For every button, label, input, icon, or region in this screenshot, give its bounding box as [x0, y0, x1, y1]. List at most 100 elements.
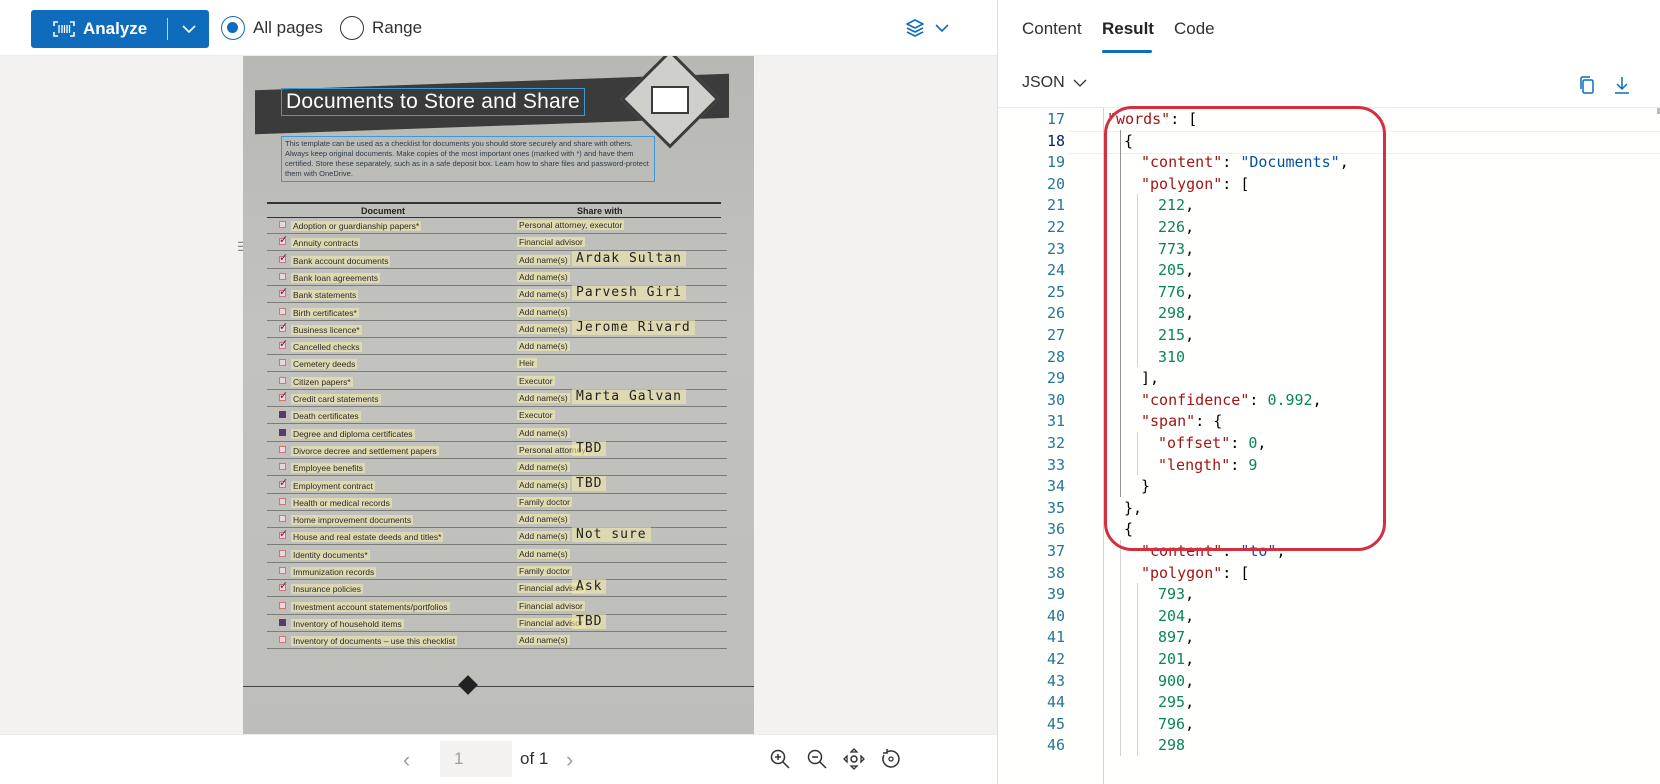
checklist-share-with: Add name(s)	[517, 514, 570, 525]
code-text: "length": 9	[1158, 454, 1257, 477]
line-number: 31	[1046, 412, 1065, 431]
download-button[interactable]	[1611, 74, 1635, 98]
code-token: :	[1249, 390, 1268, 409]
layers-menu-button[interactable]	[904, 17, 950, 39]
format-dropdown[interactable]: JSON	[1022, 74, 1087, 92]
zoom-in-button[interactable]	[768, 747, 794, 773]
code-line: 34}	[998, 475, 1660, 498]
checkbox-mark	[279, 428, 286, 436]
line-number: 33	[1046, 455, 1065, 474]
code-token: 9	[1248, 455, 1258, 474]
code-token: 204	[1158, 606, 1186, 625]
code-line: 43 900,	[998, 670, 1660, 693]
checklist-document-name: Adoption or guardianship papers*	[291, 221, 422, 231]
radio-all-pages-circle[interactable]	[221, 16, 245, 40]
checklist-share-with: Add name(s)	[517, 289, 570, 300]
checklist-document-name: Insurance policies	[291, 584, 364, 595]
checklist-row: Employment contract Add name(s)TBD	[267, 475, 727, 494]
code-line: 31 "span": {	[998, 410, 1660, 433]
checklist-row: Insurance policiesFinancial advisorAsk	[267, 579, 727, 598]
zoom-out-button[interactable]	[805, 747, 831, 773]
line-number: 23	[1046, 239, 1065, 258]
page-number-input[interactable]	[440, 741, 512, 777]
checklist-row: Citizen papers* Executor	[267, 374, 727, 390]
page-count-label: of 1	[520, 749, 549, 768]
checkbox-mark	[279, 389, 288, 402]
code-line: 36 {	[998, 518, 1660, 541]
code-token: 201	[1158, 650, 1186, 668]
checklist-row: Death certificates Executor	[267, 408, 727, 425]
code-token: 0	[1248, 434, 1258, 452]
radio-all-pages[interactable]: All pages	[221, 16, 323, 40]
page-navigator: ‹ of 1 ›	[0, 734, 997, 784]
code-token: ,	[1185, 693, 1195, 712]
code-text: 295,	[1158, 691, 1194, 714]
previous-page-button[interactable]: ‹	[403, 747, 410, 773]
results-pane: Content Result Code JSON 17 "words": [1…	[997, 0, 1660, 784]
code-text: 298,	[1158, 302, 1194, 325]
code-token: "content"	[1141, 542, 1223, 560]
code-token: ,	[1339, 153, 1349, 172]
code-line: 26 298,	[998, 302, 1660, 325]
code-token: :	[1222, 542, 1241, 560]
checkbox-mark	[279, 320, 288, 333]
column-share-with: Share with	[577, 206, 623, 216]
rotate-button[interactable]	[879, 747, 905, 773]
fit-page-button[interactable]	[842, 747, 868, 773]
checkbox-mark	[279, 579, 288, 592]
line-number: 21	[1046, 196, 1065, 215]
line-number: 45	[1046, 714, 1065, 733]
fit-page-icon	[843, 748, 865, 770]
code-token: "Documents"	[1240, 153, 1340, 172]
checklist-share-with: Add name(s)	[517, 548, 570, 559]
code-token: "span"	[1141, 412, 1196, 431]
code-token: ,	[1185, 218, 1195, 236]
rotate-icon	[882, 749, 900, 768]
checkbox-mark	[279, 307, 286, 315]
code-token: :	[1230, 434, 1249, 452]
code-text: "confidence": 0.992,	[1141, 389, 1322, 412]
checklist-row: Bank statements Add name(s)Parvesh Giri	[267, 285, 727, 304]
page-paper: Documents to Store and Share This templa…	[243, 56, 754, 734]
json-code-editor[interactable]: 17 "words": [18{19 "content": "Documents",…	[998, 108, 1660, 784]
checklist-row: Cancelled checks Add name(s)	[267, 337, 727, 356]
tab-result[interactable]: Result	[1102, 19, 1154, 39]
code-token: ,	[1185, 671, 1195, 690]
checklist-document-name: Inventory of household items	[291, 618, 404, 629]
line-number: 26	[1046, 304, 1065, 323]
copy-button[interactable]	[1576, 74, 1600, 98]
line-number: 19	[1046, 153, 1065, 172]
analyze-button[interactable]: Analyze	[31, 10, 167, 48]
radio-range[interactable]: Range	[340, 16, 422, 40]
code-text: 310	[1158, 346, 1185, 369]
code-line: 45 796,	[998, 713, 1660, 736]
code-text: "offset": 0,	[1158, 432, 1266, 455]
code-token: ,	[1185, 585, 1195, 604]
checklist-share-with: Financial advisor	[517, 600, 585, 611]
radio-range-circle[interactable]	[340, 16, 364, 40]
code-line: 18 {	[998, 130, 1660, 153]
analyze-split-button[interactable]: Analyze	[31, 10, 209, 48]
checkbox-mark	[279, 221, 286, 228]
analyze-dropdown-button[interactable]	[168, 10, 209, 48]
code-text: 793,	[1158, 583, 1194, 606]
code-token: ,	[1185, 650, 1195, 668]
checklist-row: Bank loan agreements Add name(s)	[267, 270, 727, 286]
checklist-document-name: Divorce decree and settlement papers	[291, 445, 439, 456]
checklist-row: House and real estate deeds and titles* A…	[267, 527, 727, 546]
code-line: 46 298	[998, 734, 1660, 757]
checklist-document-name: Citizen papers*	[291, 376, 353, 387]
next-page-button[interactable]: ›	[566, 747, 573, 773]
checklist-share-with: Add name(s)	[517, 635, 570, 646]
checklist-row: Credit card statements Add name(s)Marta G…	[267, 389, 727, 407]
tab-content[interactable]: Content	[1022, 19, 1082, 39]
tab-code[interactable]: Code	[1174, 19, 1215, 39]
code-text: "words": [	[1107, 108, 1197, 131]
checklist-share-with: Financial advisor	[517, 237, 585, 248]
checklist-document-name: Home improvement documents	[291, 515, 414, 526]
code-line: 38 "polygon": [	[998, 562, 1660, 585]
checklist-share-with: Add name(s)	[517, 427, 570, 438]
checklist-document-name: Birth certificates*	[291, 307, 359, 318]
code-token: ,	[1312, 390, 1322, 409]
checklist-row: Inventory of documents – use this checkl…	[267, 633, 727, 650]
